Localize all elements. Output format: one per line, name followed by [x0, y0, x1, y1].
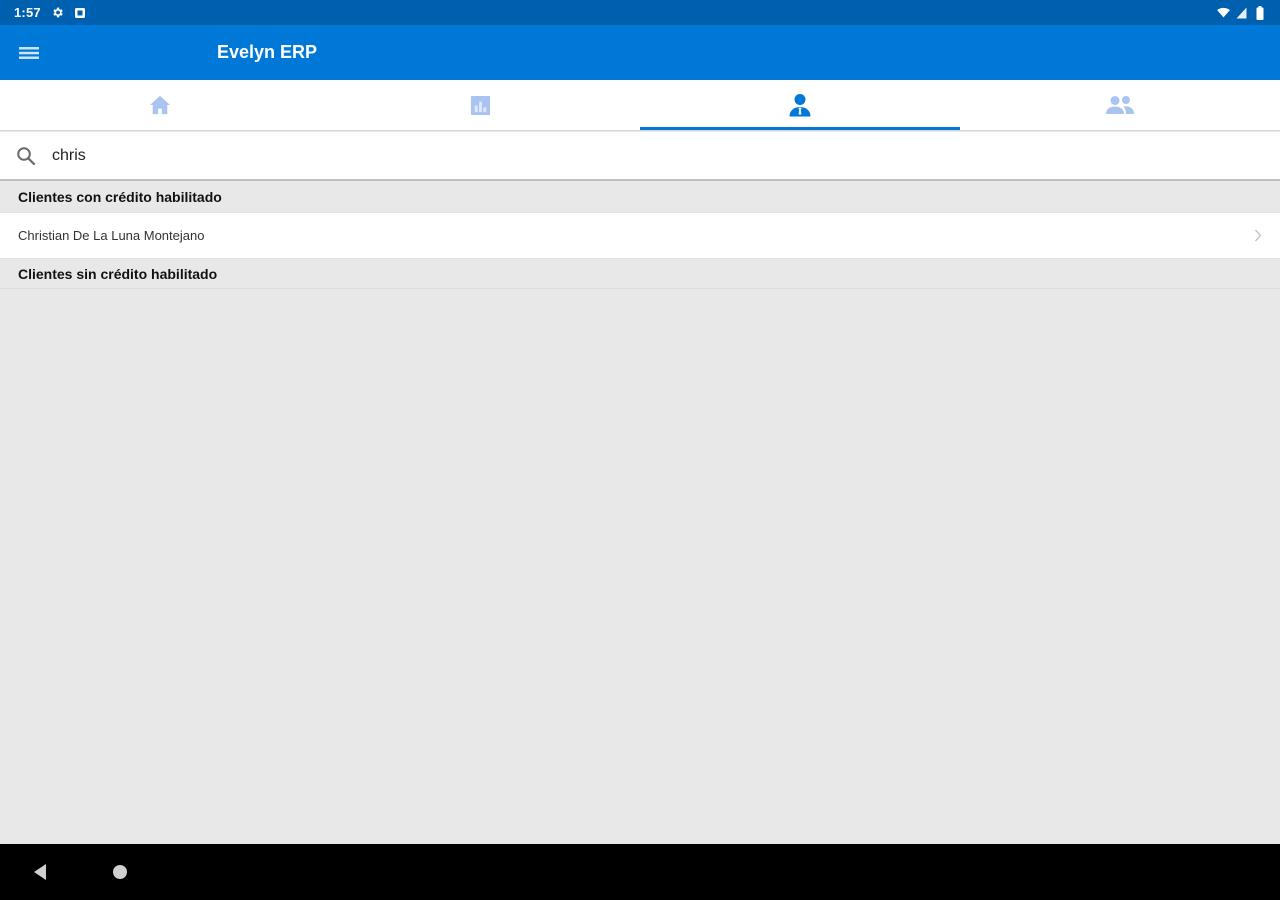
- client-name: Christian De La Luna Montejano: [18, 228, 205, 243]
- people-icon: [1106, 96, 1134, 114]
- hamburger-icon: [19, 46, 39, 59]
- sim-card-icon: [74, 6, 87, 19]
- back-icon: [34, 864, 46, 880]
- navigation-bar: [0, 844, 1280, 900]
- wifi-icon: [1217, 6, 1230, 19]
- search-icon: [0, 131, 52, 180]
- app-title: Evelyn ERP: [217, 42, 318, 62]
- app-bar: Evelyn ERP: [0, 25, 1280, 80]
- home-circle-icon: [113, 865, 127, 879]
- list-item[interactable]: Christian De La Luna Montejano: [0, 212, 1280, 259]
- home-icon: [150, 95, 170, 115]
- tab-reports[interactable]: [320, 80, 640, 130]
- tab-bar: [0, 80, 1280, 131]
- status-bar: 1:57: [0, 0, 1280, 25]
- tab-client[interactable]: [640, 80, 960, 130]
- chevron-right-icon: [1254, 229, 1262, 242]
- battery-icon: [1253, 5, 1266, 20]
- chart-icon: [470, 95, 490, 115]
- section-header-with-credit: Clientes con crédito habilitado: [0, 182, 1280, 212]
- menu-button[interactable]: [0, 25, 58, 80]
- search-bar: [0, 132, 1280, 181]
- status-time: 1:57: [14, 5, 41, 20]
- section-header-without-credit: Clientes sin crédito habilitado: [0, 259, 1280, 289]
- signal-icon: [1235, 6, 1248, 19]
- tab-home[interactable]: [0, 80, 320, 130]
- search-input[interactable]: [52, 135, 1232, 176]
- person-icon: [789, 94, 811, 117]
- back-button[interactable]: [20, 852, 60, 892]
- tab-clients-group[interactable]: [960, 80, 1280, 130]
- tab-selected-indicator: [640, 127, 960, 130]
- gear-icon: [51, 6, 64, 19]
- home-button[interactable]: [100, 852, 140, 892]
